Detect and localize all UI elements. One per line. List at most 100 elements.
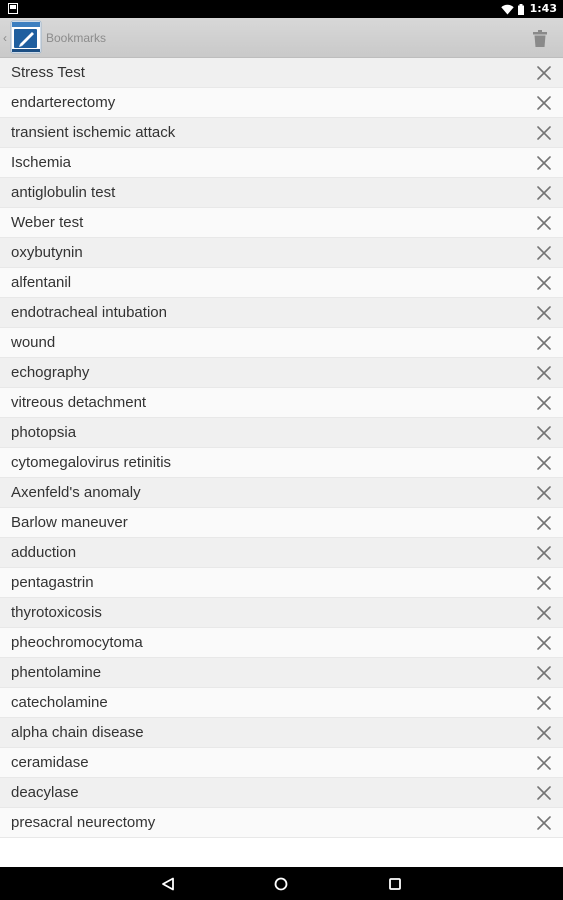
bookmark-label[interactable]: catecholamine <box>11 688 108 717</box>
remove-bookmark-button[interactable] <box>535 394 553 412</box>
remove-bookmark-button[interactable] <box>535 694 553 712</box>
list-item[interactable]: transient ischemic attack <box>0 118 563 148</box>
bookmark-label[interactable]: vitreous detachment <box>11 388 146 417</box>
list-item[interactable]: endotracheal intubation <box>0 298 563 328</box>
remove-bookmark-button[interactable] <box>535 274 553 292</box>
list-item[interactable]: oxybutynin <box>0 238 563 268</box>
remove-bookmark-button[interactable] <box>535 754 553 772</box>
remove-bookmark-button[interactable] <box>535 484 553 502</box>
remove-bookmark-button[interactable] <box>535 304 553 322</box>
bookmark-label[interactable]: antiglobulin test <box>11 178 115 207</box>
back-button[interactable] <box>157 873 179 895</box>
list-item[interactable]: Axenfeld's anomaly <box>0 478 563 508</box>
trash-icon <box>533 29 547 47</box>
remove-bookmark-button[interactable] <box>535 814 553 832</box>
remove-bookmark-button[interactable] <box>535 724 553 742</box>
bookmark-label[interactable]: pheochromocytoma <box>11 628 143 657</box>
list-item[interactable]: Stress Test <box>0 58 563 88</box>
list-item[interactable]: alfentanil <box>0 268 563 298</box>
list-item[interactable]: thyrotoxicosis <box>0 598 563 628</box>
list-item[interactable]: Weber test <box>0 208 563 238</box>
remove-bookmark-button[interactable] <box>535 424 553 442</box>
page-title: Bookmarks <box>46 31 107 45</box>
list-item[interactable]: antiglobulin test <box>0 178 563 208</box>
up-chevron-icon[interactable]: ‹ <box>3 31 7 45</box>
remove-bookmark-button[interactable] <box>535 784 553 802</box>
close-icon <box>537 516 551 530</box>
bookmark-label[interactable]: Barlow maneuver <box>11 508 128 537</box>
close-icon <box>537 696 551 710</box>
close-icon <box>537 426 551 440</box>
list-item[interactable]: Barlow maneuver <box>0 508 563 538</box>
bookmark-label[interactable]: wound <box>11 328 55 357</box>
remove-bookmark-button[interactable] <box>535 364 553 382</box>
list-item[interactable]: deacylase <box>0 778 563 808</box>
list-item[interactable]: alpha chain disease <box>0 718 563 748</box>
remove-bookmark-button[interactable] <box>535 664 553 682</box>
list-item[interactable]: cytomegalovirus retinitis <box>0 448 563 478</box>
bookmark-label[interactable]: adduction <box>11 538 76 567</box>
bookmark-label[interactable]: oxybutynin <box>11 238 83 267</box>
bookmark-label[interactable]: thyrotoxicosis <box>11 598 102 627</box>
bookmark-label[interactable]: Ischemia <box>11 148 71 177</box>
list-item[interactable]: endarterectomy <box>0 88 563 118</box>
close-icon <box>537 546 551 560</box>
app-logo-icon[interactable] <box>10 20 42 54</box>
remove-bookmark-button[interactable] <box>535 544 553 562</box>
bookmark-label[interactable]: pentagastrin <box>11 568 94 597</box>
remove-bookmark-button[interactable] <box>535 514 553 532</box>
close-icon <box>537 756 551 770</box>
bookmark-label[interactable]: phentolamine <box>11 658 101 687</box>
remove-bookmark-button[interactable] <box>535 184 553 202</box>
remove-bookmark-button[interactable] <box>535 634 553 652</box>
remove-bookmark-button[interactable] <box>535 574 553 592</box>
remove-bookmark-button[interactable] <box>535 124 553 142</box>
remove-bookmark-button[interactable] <box>535 454 553 472</box>
remove-bookmark-button[interactable] <box>535 334 553 352</box>
bookmark-label[interactable]: endarterectomy <box>11 88 115 117</box>
remove-bookmark-button[interactable] <box>535 94 553 112</box>
list-item[interactable]: vitreous detachment <box>0 388 563 418</box>
list-item[interactable]: ceramidase <box>0 748 563 778</box>
delete-all-button[interactable] <box>529 27 551 49</box>
bookmark-label[interactable]: Axenfeld's anomaly <box>11 478 141 507</box>
list-item[interactable]: pentagastrin <box>0 568 563 598</box>
list-item[interactable]: presacral neurectomy <box>0 808 563 838</box>
list-item[interactable]: adduction <box>0 538 563 568</box>
bookmark-label[interactable]: Stress Test <box>11 58 85 87</box>
remove-bookmark-button[interactable] <box>535 604 553 622</box>
recents-icon <box>389 878 401 890</box>
remove-bookmark-button[interactable] <box>535 214 553 232</box>
remove-bookmark-button[interactable] <box>535 154 553 172</box>
bookmark-label[interactable]: Weber test <box>11 208 83 237</box>
list-item[interactable]: phentolamine <box>0 658 563 688</box>
bookmark-label[interactable]: cytomegalovirus retinitis <box>11 448 171 477</box>
list-item[interactable]: photopsia <box>0 418 563 448</box>
bookmark-label[interactable]: presacral neurectomy <box>11 808 155 837</box>
close-icon <box>537 96 551 110</box>
list-item[interactable]: catecholamine <box>0 688 563 718</box>
list-item[interactable]: wound <box>0 328 563 358</box>
app-screen: 1:43 ‹ Bookmarks Stress Test endarterecto… <box>0 0 563 900</box>
status-time: 1:43 <box>529 2 557 15</box>
list-item[interactable]: Ischemia <box>0 148 563 178</box>
bookmark-label[interactable]: endotracheal intubation <box>11 298 167 327</box>
recents-button[interactable] <box>384 873 406 895</box>
close-icon <box>537 726 551 740</box>
close-icon <box>537 366 551 380</box>
action-bar: ‹ Bookmarks <box>0 18 563 58</box>
bookmark-list: Stress Test endarterectomy transient ische… <box>0 58 563 838</box>
list-item[interactable]: pheochromocytoma <box>0 628 563 658</box>
bookmark-label[interactable]: photopsia <box>11 418 76 447</box>
list-item[interactable]: echography <box>0 358 563 388</box>
close-icon <box>537 576 551 590</box>
bookmark-label[interactable]: alpha chain disease <box>11 718 144 747</box>
home-button[interactable] <box>270 873 292 895</box>
bookmark-label[interactable]: deacylase <box>11 778 79 807</box>
bookmark-label[interactable]: alfentanil <box>11 268 71 297</box>
bookmark-label[interactable]: ceramidase <box>11 748 89 777</box>
remove-bookmark-button[interactable] <box>535 64 553 82</box>
remove-bookmark-button[interactable] <box>535 244 553 262</box>
bookmark-label[interactable]: echography <box>11 358 89 387</box>
bookmark-label[interactable]: transient ischemic attack <box>11 118 175 147</box>
